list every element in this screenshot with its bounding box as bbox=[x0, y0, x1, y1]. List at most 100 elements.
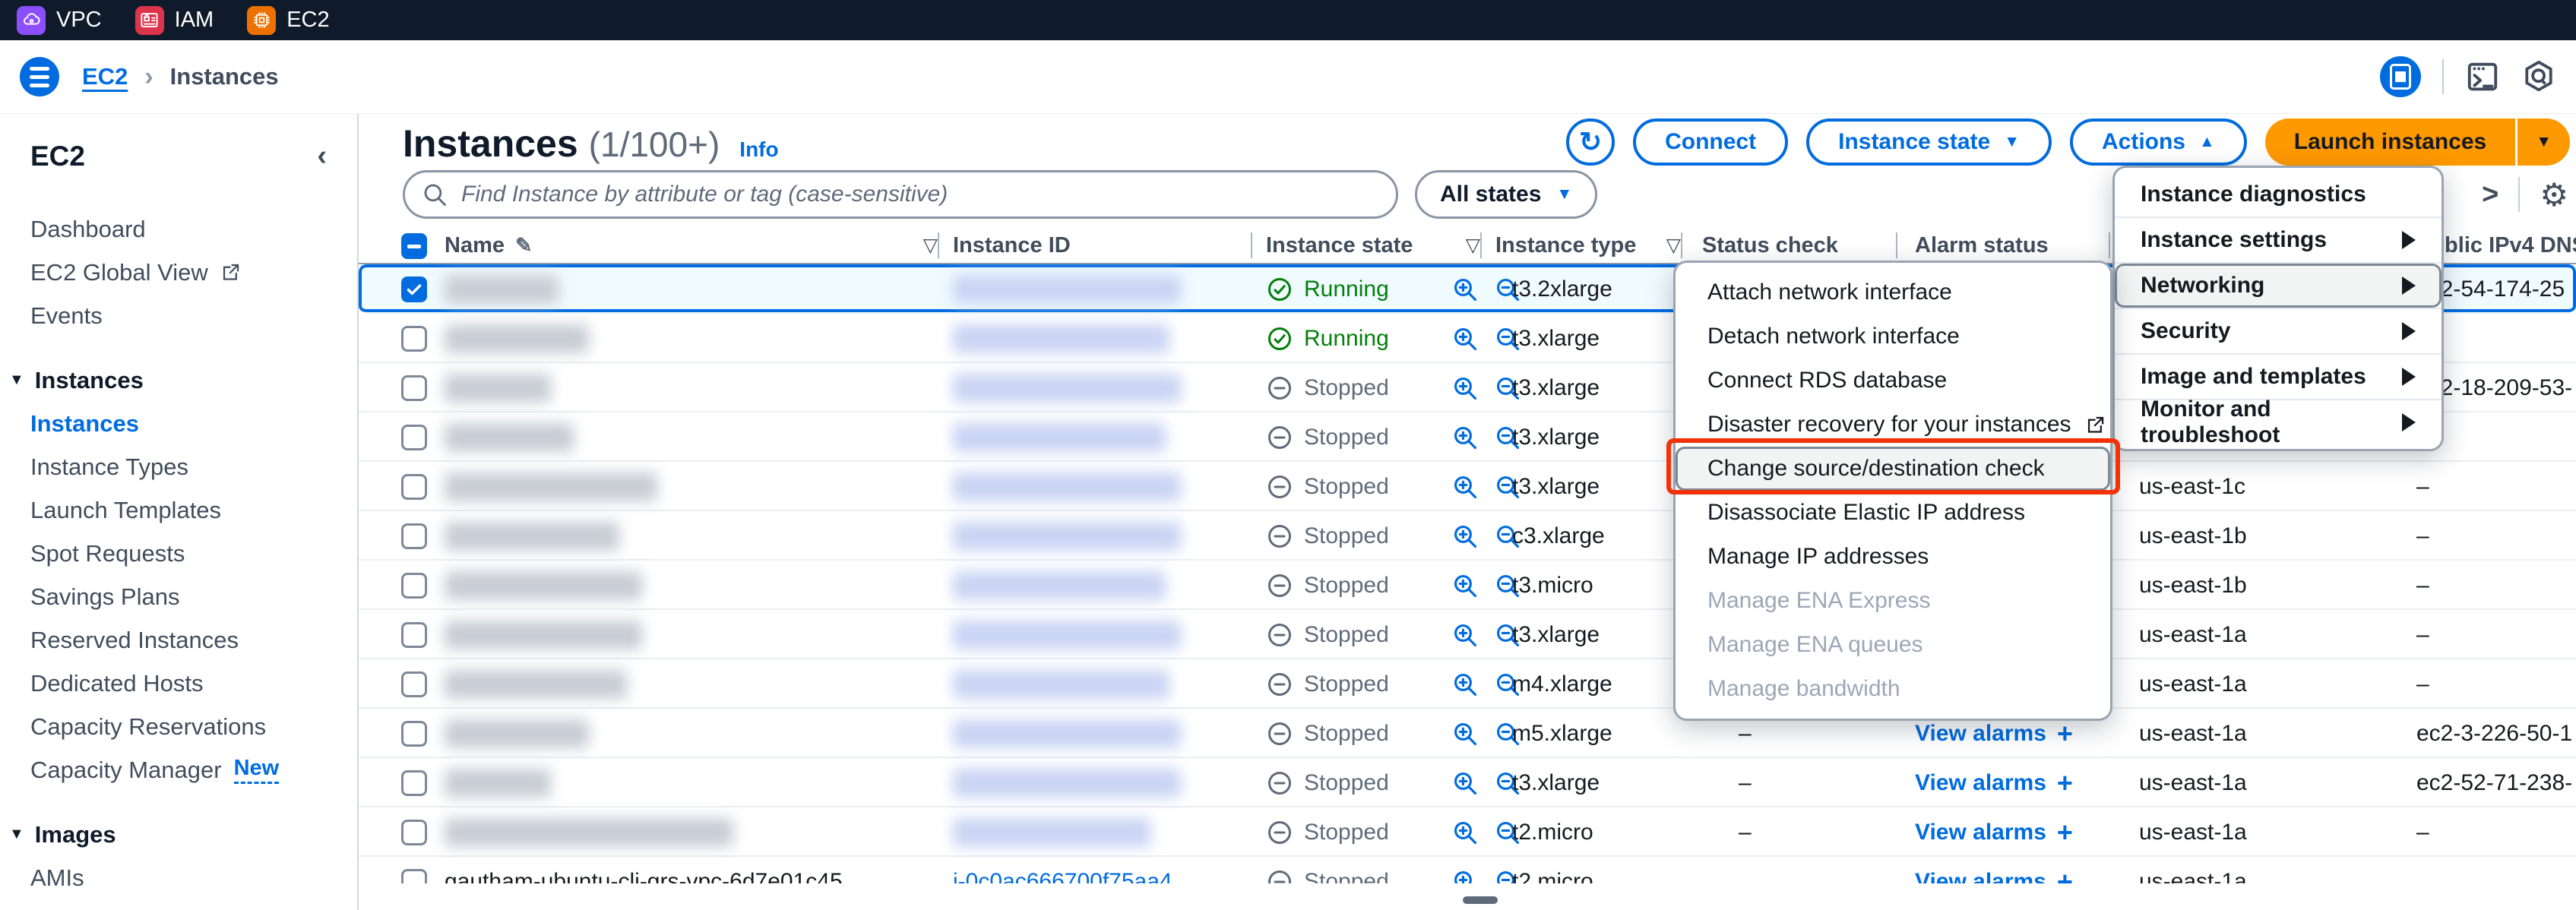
submenu-item-connect-rds-database[interactable]: Connect RDS database bbox=[1676, 359, 2110, 403]
add-alarm-icon[interactable]: + bbox=[2057, 718, 2073, 750]
submenu-item-disaster-recovery-for-your-instances[interactable]: Disaster recovery for your instances bbox=[1676, 403, 2110, 447]
favorite-ec2[interactable]: EC2 bbox=[247, 6, 329, 35]
filter-icon[interactable]: ▽ bbox=[923, 234, 938, 257]
sidebar-item-capacity-manager[interactable]: Capacity ManagerNew bbox=[0, 748, 357, 792]
sidebar-section-images[interactable]: ▼Images bbox=[0, 813, 357, 856]
launch-options-caret-button[interactable]: ▼ bbox=[2517, 133, 2570, 151]
sidebar-item-reserved-instances[interactable]: Reserved Instances bbox=[0, 618, 357, 662]
select-all-checkbox[interactable] bbox=[401, 233, 427, 259]
column-header-name[interactable]: Name✎▽ bbox=[445, 228, 938, 263]
sidebar-item-ec2-global-view[interactable]: EC2 Global View bbox=[0, 251, 357, 294]
actions-button[interactable]: Actions ▲ bbox=[2070, 118, 2247, 166]
add-alarm-icon[interactable]: + bbox=[2057, 866, 2073, 884]
row-checkbox[interactable] bbox=[401, 573, 427, 599]
next-page-button[interactable]: > bbox=[2482, 179, 2498, 211]
row-checkbox[interactable] bbox=[401, 276, 427, 302]
row-checkbox[interactable] bbox=[401, 770, 427, 796]
info-link[interactable]: Info bbox=[739, 137, 778, 162]
row-select-cell bbox=[401, 857, 427, 883]
horizontal-scrollbar-thumb[interactable] bbox=[1463, 896, 1498, 904]
view-alarms-link[interactable]: View alarms bbox=[1915, 820, 2046, 845]
refresh-button[interactable]: ↻ bbox=[1566, 118, 1615, 166]
connect-button[interactable]: Connect bbox=[1633, 118, 1788, 166]
zoom-in-filter-icon[interactable] bbox=[1451, 523, 1479, 550]
favorite-iam[interactable]: IAM bbox=[135, 6, 214, 35]
sidebar-item-launch-templates[interactable]: Launch Templates bbox=[0, 488, 357, 532]
zoom-in-filter-icon[interactable] bbox=[1451, 868, 1479, 884]
sidebar-item-capacity-reservations[interactable]: Capacity Reservations bbox=[0, 705, 357, 748]
sidebar-item-amis[interactable]: AMIs bbox=[0, 856, 357, 899]
table-settings-gear-icon[interactable]: ⚙ bbox=[2540, 176, 2568, 213]
column-header-instance-type[interactable]: Instance type▽ bbox=[1495, 228, 1681, 263]
column-header-alarm-status[interactable]: Alarm status bbox=[1915, 228, 2120, 263]
sidebar-item-dashboard[interactable]: Dashboard bbox=[0, 207, 357, 251]
row-checkbox[interactable] bbox=[401, 869, 427, 884]
instance-id-cell bbox=[953, 462, 1181, 511]
row-checkbox[interactable] bbox=[401, 326, 427, 352]
state-filter-dropdown[interactable]: All states ▼ bbox=[1415, 170, 1597, 219]
column-header-instance-id[interactable]: Instance ID bbox=[953, 228, 1242, 263]
menu-item-instance-settings[interactable]: Instance settings bbox=[2115, 218, 2442, 262]
row-checkbox[interactable] bbox=[401, 622, 427, 648]
breadcrumb-service-link[interactable]: EC2 bbox=[82, 63, 128, 90]
column-header-instance-state[interactable]: Instance state▽ bbox=[1266, 228, 1480, 263]
cloudshell-icon[interactable] bbox=[2465, 59, 2500, 94]
zoom-in-filter-icon[interactable] bbox=[1451, 473, 1479, 501]
submenu-item-disassociate-elastic-ip-address[interactable]: Disassociate Elastic IP address bbox=[1676, 491, 2110, 535]
zoom-in-filter-icon[interactable] bbox=[1451, 819, 1479, 846]
hamburger-menu-button[interactable] bbox=[20, 57, 59, 96]
sidebar-section-instances[interactable]: ▼Instances bbox=[0, 359, 357, 402]
instance-id-link[interactable]: i-0c0ac666700f75aa4 bbox=[953, 869, 1172, 884]
zoom-in-filter-icon[interactable] bbox=[1451, 671, 1479, 698]
row-checkbox[interactable] bbox=[401, 523, 427, 549]
sidebar-item-ami-catalog[interactable]: AMI Catalog bbox=[0, 899, 357, 910]
row-checkbox[interactable] bbox=[401, 820, 427, 845]
sidebar-item-instance-types[interactable]: Instance Types bbox=[0, 445, 357, 488]
row-checkbox[interactable] bbox=[401, 474, 427, 500]
zoom-in-filter-icon[interactable] bbox=[1451, 276, 1479, 303]
add-alarm-icon[interactable]: + bbox=[2057, 767, 2073, 799]
launch-instances-button[interactable]: Launch instances bbox=[2265, 129, 2515, 155]
search-input[interactable]: Find Instance by attribute or tag (case-… bbox=[403, 170, 1398, 219]
sidebar-item-spot-requests[interactable]: Spot Requests bbox=[0, 532, 357, 575]
column-header-status-check[interactable]: Status check bbox=[1702, 228, 1892, 263]
menu-item-monitor-and-troubleshoot[interactable]: Monitor and troubleshoot bbox=[2115, 400, 2442, 444]
sidebar-item-instances[interactable]: Instances bbox=[0, 402, 357, 445]
filter-icon[interactable]: ▽ bbox=[1466, 234, 1480, 257]
name-cell bbox=[445, 363, 551, 412]
zoom-in-filter-icon[interactable] bbox=[1451, 374, 1479, 402]
zoom-in-filter-icon[interactable] bbox=[1451, 769, 1479, 797]
row-checkbox[interactable] bbox=[401, 425, 427, 450]
menu-item-instance-diagnostics[interactable]: Instance diagnostics bbox=[2115, 172, 2442, 216]
filter-icon[interactable]: ▽ bbox=[1666, 234, 1681, 257]
row-checkbox[interactable] bbox=[401, 375, 427, 401]
zoom-in-filter-icon[interactable] bbox=[1451, 424, 1479, 451]
zoom-in-filter-icon[interactable] bbox=[1451, 325, 1479, 352]
amazon-q-icon[interactable] bbox=[2521, 59, 2556, 94]
view-alarms-link[interactable]: View alarms bbox=[1915, 770, 2046, 796]
zoom-in-filter-icon[interactable] bbox=[1451, 720, 1479, 747]
zoom-in-filter-icon[interactable] bbox=[1451, 572, 1479, 599]
menu-item-security[interactable]: Security bbox=[2115, 309, 2442, 353]
menu-item-networking[interactable]: Networking bbox=[2115, 264, 2442, 308]
instance-state-button[interactable]: Instance state ▼ bbox=[1806, 118, 2052, 166]
menu-item-image-and-templates[interactable]: Image and templates bbox=[2115, 355, 2442, 399]
sidebar-item-events[interactable]: Events bbox=[0, 294, 357, 337]
sidebar-item-savings-plans[interactable]: Savings Plans bbox=[0, 575, 357, 618]
row-checkbox[interactable] bbox=[401, 721, 427, 747]
favorite-vpc[interactable]: VPC bbox=[17, 6, 102, 35]
submenu-item-change-source-destination-check[interactable]: Change source/destination check bbox=[1676, 447, 2110, 491]
view-alarms-link[interactable]: View alarms bbox=[1915, 869, 2046, 884]
new-badge[interactable]: New bbox=[234, 756, 280, 784]
submenu-item-detach-network-interface[interactable]: Detach network interface bbox=[1676, 314, 2110, 359]
submenu-item-manage-ip-addresses[interactable]: Manage IP addresses bbox=[1676, 535, 2110, 579]
side-panel-toggle-button[interactable] bbox=[2380, 56, 2421, 97]
sidebar-item-dedicated-hosts[interactable]: Dedicated Hosts bbox=[0, 662, 357, 705]
zoom-in-filter-icon[interactable] bbox=[1451, 621, 1479, 649]
submenu-item-attach-network-interface[interactable]: Attach network interface bbox=[1676, 270, 2110, 314]
sidebar-item-label: Events bbox=[30, 302, 103, 330]
add-alarm-icon[interactable]: + bbox=[2057, 817, 2073, 848]
sidebar-collapse-button[interactable]: ‹ bbox=[317, 140, 327, 172]
row-checkbox[interactable] bbox=[401, 671, 427, 697]
view-alarms-link[interactable]: View alarms bbox=[1915, 721, 2046, 747]
